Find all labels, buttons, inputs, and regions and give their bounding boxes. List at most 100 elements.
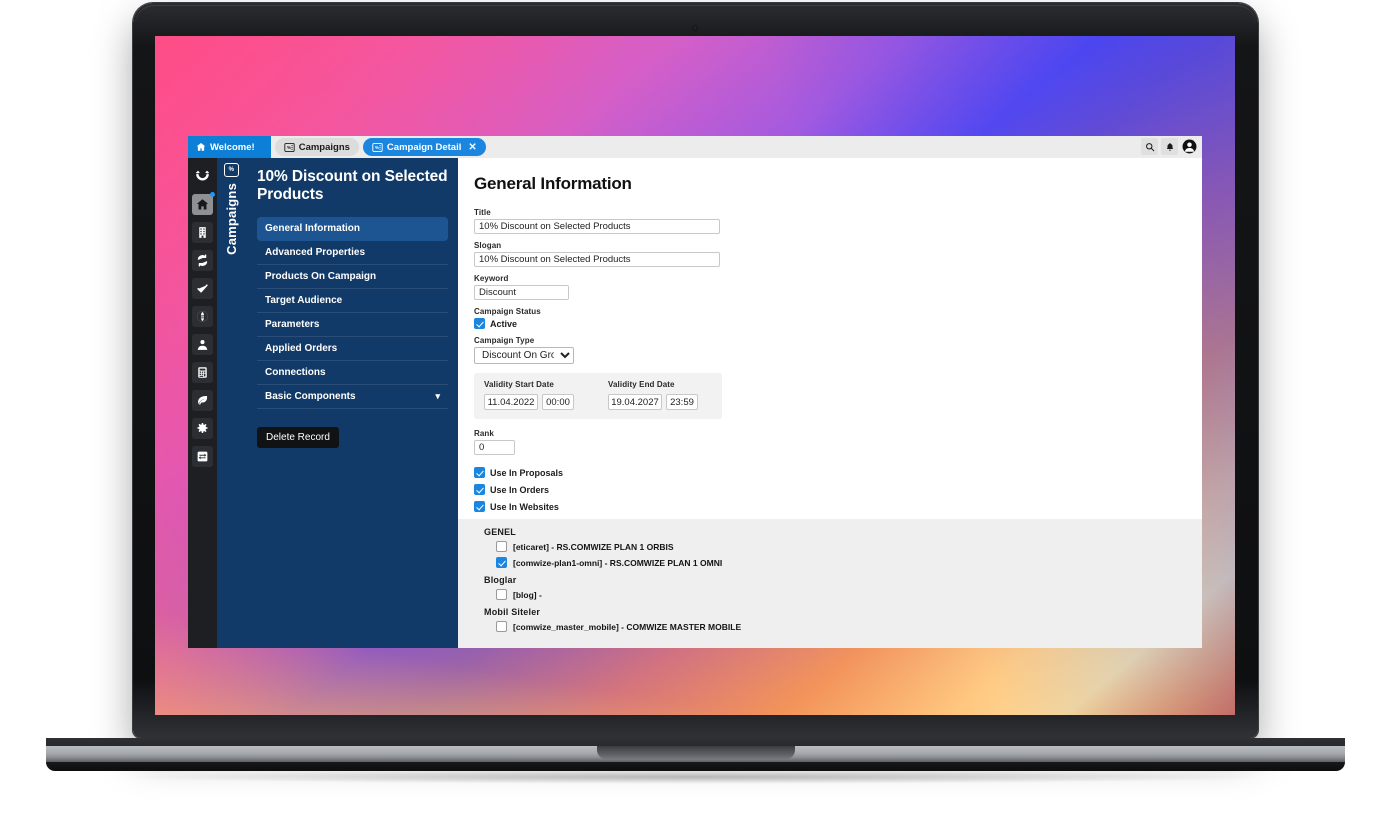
usage-toggles: Use In Proposals Use In Orders Use In We… bbox=[474, 467, 1186, 512]
campaign-type-select[interactable]: Discount On Group bbox=[474, 347, 574, 364]
site-row[interactable]: [comwize_master_mobile] - COMWIZE MASTER… bbox=[484, 621, 1202, 632]
rail-item-accounting[interactable] bbox=[192, 362, 213, 383]
toggle-use-in-orders[interactable]: Use In Orders bbox=[474, 484, 1186, 495]
validity-start-group: Validity Start Date bbox=[484, 380, 574, 410]
campaign-status-checkbox[interactable] bbox=[474, 318, 485, 329]
rail-item-web[interactable] bbox=[192, 306, 213, 327]
toggle-use-in-websites[interactable]: Use In Websites bbox=[474, 501, 1186, 512]
field-label: Validity Start Date bbox=[484, 380, 574, 389]
use-in-proposals-checkbox[interactable] bbox=[474, 467, 485, 478]
nav-item-label: Parameters bbox=[265, 319, 319, 330]
search-icon[interactable] bbox=[1141, 138, 1158, 155]
validity-end-date-input[interactable] bbox=[608, 394, 662, 410]
header-tools bbox=[1141, 138, 1198, 155]
record-nav-panel: 10% Discount on Selected Products Genera… bbox=[245, 158, 458, 648]
site-checkbox-eticaret[interactable] bbox=[496, 541, 507, 552]
site-group-genel: GENEL [eticaret] - RS.COMWIZE PLAN 1 ORB… bbox=[484, 527, 1202, 568]
nav-item-connections[interactable]: Connections bbox=[257, 361, 448, 385]
use-in-orders-checkbox[interactable] bbox=[474, 484, 485, 495]
page-title: General Information bbox=[474, 174, 1186, 194]
site-group-title: Bloglar bbox=[484, 575, 1202, 585]
delete-record-button[interactable]: Delete Record bbox=[257, 427, 339, 448]
site-row[interactable]: [comwize-plan1-omni] - RS.COMWIZE PLAN 1… bbox=[484, 557, 1202, 568]
nav-item-basic-components[interactable]: Basic Components ▾ bbox=[257, 385, 448, 409]
site-label: [eticaret] - RS.COMWIZE PLAN 1 ORBIS bbox=[513, 542, 674, 552]
nav-item-label: General Information bbox=[265, 223, 360, 234]
site-row[interactable]: [blog] - bbox=[484, 589, 1202, 600]
application-body: % Campaigns 10% Discount on Selected Pro… bbox=[188, 158, 1202, 648]
rail-item-integration[interactable] bbox=[192, 446, 213, 467]
field-label: Validity End Date bbox=[608, 380, 698, 389]
browser-tab-bar: Welcome! % Campaigns % Campaign Detail ✕ bbox=[188, 136, 1202, 158]
rail-item-settings[interactable] bbox=[192, 418, 213, 439]
laptop-base-notch bbox=[597, 746, 795, 759]
toggle-use-in-proposals[interactable]: Use In Proposals bbox=[474, 467, 1186, 478]
laptop-mockup-scene: Welcome! % Campaigns % Campaign Detail ✕ bbox=[0, 0, 1391, 818]
field-campaign-type: Campaign Type Discount On Group bbox=[474, 336, 1186, 364]
nav-item-products-on-campaign[interactable]: Products On Campaign bbox=[257, 265, 448, 289]
website-selection-panel: GENEL [eticaret] - RS.COMWIZE PLAN 1 ORB… bbox=[458, 519, 1202, 648]
validity-date-panel: Validity Start Date Validity End Date bbox=[474, 373, 722, 419]
site-group-title: GENEL bbox=[484, 527, 1202, 537]
nav-item-parameters[interactable]: Parameters bbox=[257, 313, 448, 337]
site-group-title: Mobil Siteler bbox=[484, 607, 1202, 617]
validity-start-date-input[interactable] bbox=[484, 394, 538, 410]
use-in-websites-checkbox[interactable] bbox=[474, 501, 485, 512]
application-window: Welcome! % Campaigns % Campaign Detail ✕ bbox=[188, 136, 1202, 648]
tab-campaigns[interactable]: % Campaigns bbox=[275, 138, 359, 156]
campaign-status-label: Active bbox=[490, 319, 517, 329]
site-group-bloglar: Bloglar [blog] - bbox=[484, 575, 1202, 600]
nav-item-label: Basic Components bbox=[265, 391, 356, 402]
field-campaign-status: Campaign Status Active bbox=[474, 307, 1186, 329]
site-checkbox-comwize-master-mobile[interactable] bbox=[496, 621, 507, 632]
site-checkbox-comwize-plan1-omni[interactable] bbox=[496, 557, 507, 568]
site-checkbox-blog[interactable] bbox=[496, 589, 507, 600]
slogan-input[interactable] bbox=[474, 252, 720, 267]
validity-end-time-input[interactable] bbox=[666, 394, 698, 410]
rail-item-eco[interactable] bbox=[192, 390, 213, 411]
field-title: Title bbox=[474, 208, 1186, 234]
toggle-label: Use In Websites bbox=[490, 502, 559, 512]
notification-bell-icon[interactable] bbox=[1161, 138, 1178, 155]
tab-campaign-detail[interactable]: % Campaign Detail ✕ bbox=[363, 138, 486, 156]
site-label: [comwize_master_mobile] - COMWIZE MASTER… bbox=[513, 622, 741, 632]
nav-item-advanced-properties[interactable]: Advanced Properties bbox=[257, 241, 448, 265]
validity-end-group: Validity End Date bbox=[608, 380, 698, 410]
user-avatar-icon[interactable] bbox=[1181, 138, 1198, 155]
site-group-mobil-siteler: Mobil Siteler [comwize_master_mobile] - … bbox=[484, 607, 1202, 632]
close-icon[interactable]: ✕ bbox=[468, 142, 476, 153]
keyword-input[interactable] bbox=[474, 285, 569, 300]
rank-input[interactable] bbox=[474, 440, 515, 455]
nav-item-label: Target Audience bbox=[265, 295, 342, 306]
icon-rail bbox=[188, 158, 217, 648]
rail-item-approvals[interactable] bbox=[192, 278, 213, 299]
main-content: General Information Title Slogan Keyword bbox=[458, 158, 1202, 648]
record-title: 10% Discount on Selected Products bbox=[257, 168, 448, 205]
tab-welcome[interactable]: Welcome! bbox=[188, 136, 271, 158]
nav-item-general-information[interactable]: General Information bbox=[257, 217, 448, 241]
field-keyword: Keyword bbox=[474, 274, 1186, 300]
campaign-badge-icon: % bbox=[224, 163, 239, 177]
toggle-label: Use In Orders bbox=[490, 485, 549, 495]
tab-label: Campaign Detail bbox=[387, 142, 461, 153]
validity-start-time-input[interactable] bbox=[542, 394, 574, 410]
title-input[interactable] bbox=[474, 219, 720, 234]
toggle-label: Use In Proposals bbox=[490, 468, 563, 478]
nav-item-applied-orders[interactable]: Applied Orders bbox=[257, 337, 448, 361]
campaign-badge-icon: % bbox=[284, 143, 295, 152]
nav-item-target-audience[interactable]: Target Audience bbox=[257, 289, 448, 313]
notification-dot bbox=[210, 192, 215, 197]
field-label: Campaign Type bbox=[474, 336, 1186, 345]
laptop-shadow bbox=[120, 770, 1270, 784]
webcam-icon bbox=[692, 25, 698, 31]
field-label: Title bbox=[474, 208, 1186, 217]
field-label: Slogan bbox=[474, 241, 1186, 250]
rail-item-company[interactable] bbox=[192, 222, 213, 243]
rail-item-home[interactable] bbox=[192, 194, 213, 215]
module-badge-text: % bbox=[229, 167, 234, 173]
rail-item-customers[interactable] bbox=[192, 334, 213, 355]
rail-item-sync[interactable] bbox=[192, 250, 213, 271]
home-icon bbox=[196, 142, 206, 152]
site-row[interactable]: [eticaret] - RS.COMWIZE PLAN 1 ORBIS bbox=[484, 541, 1202, 552]
comwize-logo-icon[interactable] bbox=[188, 162, 217, 190]
